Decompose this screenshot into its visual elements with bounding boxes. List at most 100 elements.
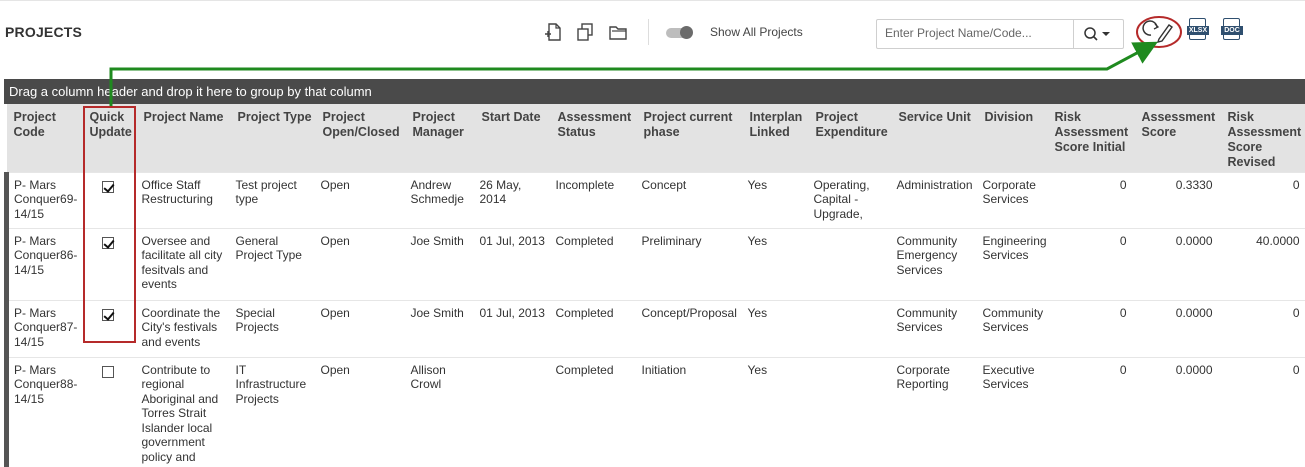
column-header[interactable]: Start Date bbox=[475, 104, 551, 172]
cell-phase: Preliminary bbox=[637, 228, 743, 300]
cell-quick-update bbox=[83, 300, 137, 357]
cell-project-code: P- Mars Conquer69-14/15 bbox=[7, 172, 83, 228]
cell-project-code: P- Mars Conquer87-14/15 bbox=[7, 300, 83, 357]
quick-update-checkbox[interactable] bbox=[102, 181, 114, 193]
cell-interplan: Yes bbox=[743, 357, 809, 467]
cell-risk-revised: 0 bbox=[1221, 300, 1305, 357]
column-header[interactable]: Project Code bbox=[7, 104, 83, 172]
cell-project-name: Office Staff Restructuring bbox=[137, 172, 231, 228]
cell-expenditure: Operating, Capital - Upgrade, bbox=[809, 172, 892, 228]
cell-expenditure bbox=[809, 300, 892, 357]
column-header[interactable]: Assessment Score bbox=[1135, 104, 1221, 172]
column-header[interactable]: Quick Update bbox=[83, 104, 137, 172]
cell-start-date: 01 Jul, 2013 bbox=[475, 228, 551, 300]
cell-service-unit: Corporate Reporting bbox=[892, 357, 978, 467]
cell-phase: Concept bbox=[637, 172, 743, 228]
cell-open-closed: Open bbox=[316, 300, 406, 357]
table-row[interactable]: P- Mars Conquer87-14/15 Coordinate the C… bbox=[7, 300, 1305, 357]
cell-project-code: P- Mars Conquer86-14/15 bbox=[7, 228, 83, 300]
cell-assessment-score: 0.0000 bbox=[1135, 228, 1221, 300]
cell-expenditure bbox=[809, 357, 892, 467]
cell-open-closed: Open bbox=[316, 172, 406, 228]
page-title: PROJECTS bbox=[5, 24, 82, 40]
cell-manager: Joe Smith bbox=[406, 300, 475, 357]
cell-project-name: Oversee and facilitate all city fesitval… bbox=[137, 228, 231, 300]
cell-quick-update bbox=[83, 228, 137, 300]
table-row[interactable]: P- Mars Conquer88-14/15 Contribute to re… bbox=[7, 357, 1305, 467]
quick-update-checkbox[interactable] bbox=[102, 237, 114, 249]
projects-grid: Drag a column header and drop it here to… bbox=[4, 79, 1305, 467]
cell-manager: Allison Crowl bbox=[406, 357, 475, 467]
cell-risk-initial: 0 bbox=[1048, 300, 1135, 357]
copy-icon[interactable] bbox=[574, 21, 596, 43]
cell-assessment-score: 0.0000 bbox=[1135, 300, 1221, 357]
column-header[interactable]: Project Manager bbox=[406, 104, 475, 172]
cell-expenditure bbox=[809, 228, 892, 300]
cell-manager: Andrew Schmedje bbox=[406, 172, 475, 228]
cell-service-unit: Administration bbox=[892, 172, 978, 228]
show-all-toggle[interactable] bbox=[666, 28, 692, 38]
column-header[interactable]: Project current phase bbox=[637, 104, 743, 172]
toggle-knob bbox=[680, 26, 693, 39]
cell-assessment-status: Completed bbox=[551, 228, 637, 300]
search-input[interactable] bbox=[877, 20, 1075, 46]
cell-service-unit: Community Emergency Services bbox=[892, 228, 978, 300]
project-search bbox=[876, 19, 1124, 49]
column-header[interactable]: Project Open/Closed bbox=[316, 104, 406, 172]
show-all-label: Show All Projects bbox=[710, 25, 803, 39]
cell-manager: Joe Smith bbox=[406, 228, 475, 300]
column-header[interactable]: Interplan Linked bbox=[743, 104, 809, 172]
column-header[interactable]: Project Type bbox=[231, 104, 316, 172]
cell-project-name: Coordinate the City's festivals and even… bbox=[137, 300, 231, 357]
column-header[interactable]: Division bbox=[978, 104, 1048, 172]
table-row[interactable]: P- Mars Conquer69-14/15 Office Staff Res… bbox=[7, 172, 1305, 228]
column-header[interactable]: Risk Assessment Score Revised bbox=[1221, 104, 1305, 172]
cell-assessment-score: 0.3330 bbox=[1135, 172, 1221, 228]
column-header[interactable]: Project Name bbox=[137, 104, 231, 172]
cell-open-closed: Open bbox=[316, 357, 406, 467]
table-row[interactable]: P- Mars Conquer86-14/15 Oversee and faci… bbox=[7, 228, 1305, 300]
search-button[interactable] bbox=[1075, 22, 1121, 46]
cell-division: Engineering Services bbox=[978, 228, 1048, 300]
folder-icon[interactable] bbox=[607, 21, 629, 43]
cell-phase: Initiation bbox=[637, 357, 743, 467]
cell-risk-revised: 0 bbox=[1221, 172, 1305, 228]
search-divider bbox=[1073, 20, 1074, 48]
cell-assessment-status: Completed bbox=[551, 300, 637, 357]
cell-risk-revised: 40.0000 bbox=[1221, 228, 1305, 300]
cell-open-closed: Open bbox=[316, 228, 406, 300]
cell-service-unit: Community Services bbox=[892, 300, 978, 357]
toolbar: PROJECTS Show All Projects bbox=[0, 0, 1305, 69]
cell-project-name: Contribute to regional Aboriginal and To… bbox=[137, 357, 231, 467]
quick-update-checkbox[interactable] bbox=[102, 309, 114, 321]
quick-update-checkbox[interactable] bbox=[102, 366, 114, 378]
cell-project-type: Special Projects bbox=[231, 300, 316, 357]
toolbar-divider bbox=[648, 19, 649, 45]
cell-division: Corporate Services bbox=[978, 172, 1048, 228]
cell-risk-initial: 0 bbox=[1048, 172, 1135, 228]
export-doc-button[interactable]: DOC bbox=[1221, 18, 1243, 44]
group-by-drop-area[interactable]: Drag a column header and drop it here to… bbox=[4, 79, 1305, 104]
column-header[interactable]: Risk Assessment Score Initial bbox=[1048, 104, 1135, 172]
cell-interplan: Yes bbox=[743, 300, 809, 357]
cell-start-date: 01 Jul, 2013 bbox=[475, 300, 551, 357]
cell-risk-initial: 0 bbox=[1048, 357, 1135, 467]
cell-assessment-status: Incomplete bbox=[551, 172, 637, 228]
header-row: Project Code Quick Update Project Name P… bbox=[7, 104, 1305, 172]
column-header[interactable]: Project Expenditure bbox=[809, 104, 892, 172]
quick-update-button[interactable] bbox=[1135, 15, 1185, 49]
cell-assessment-score: 0.0000 bbox=[1135, 357, 1221, 467]
cell-project-type: General Project Type bbox=[231, 228, 316, 300]
search-icon bbox=[1083, 26, 1113, 42]
column-header[interactable]: Assessment Status bbox=[551, 104, 637, 172]
column-header[interactable]: Service Unit bbox=[892, 104, 978, 172]
cell-assessment-status: Completed bbox=[551, 357, 637, 467]
export-xlsx-button[interactable]: XLSX bbox=[1187, 18, 1209, 44]
cell-risk-revised: 0 bbox=[1221, 357, 1305, 467]
cell-start-date: 26 May, 2014 bbox=[475, 172, 551, 228]
projects-table: Project Code Quick Update Project Name P… bbox=[4, 104, 1305, 467]
new-file-icon[interactable] bbox=[542, 21, 564, 43]
cell-project-type: IT Infrastructure Projects bbox=[231, 357, 316, 467]
cell-project-type: Test project type bbox=[231, 172, 316, 228]
cell-division: Executive Services bbox=[978, 357, 1048, 467]
